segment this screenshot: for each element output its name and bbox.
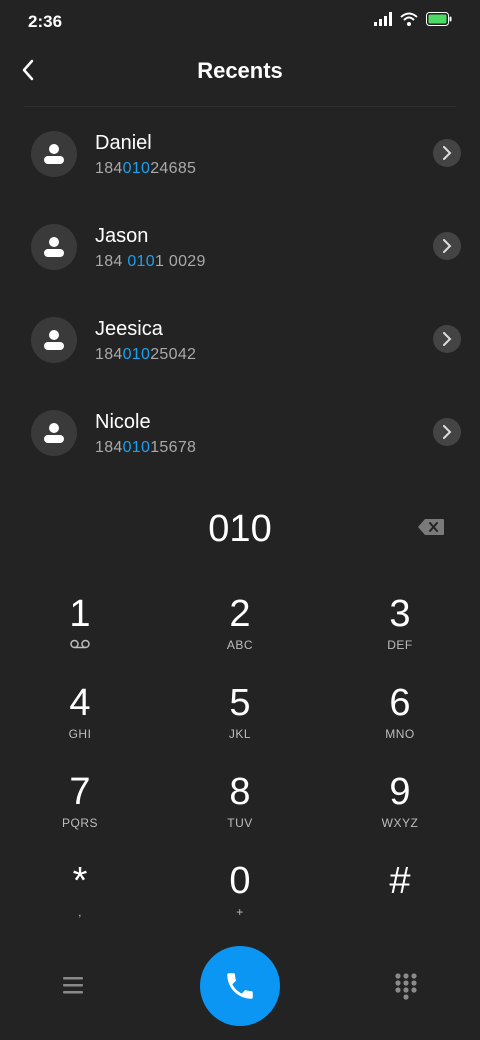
status-time: 2:36: [28, 12, 63, 31]
person-icon: [44, 237, 64, 257]
list-item[interactable]: Jeesica 18401025042: [0, 294, 480, 387]
contact-detail-button[interactable]: [433, 139, 461, 167]
status-bar: 2:36: [0, 0, 480, 44]
contact-name: Jeesica: [95, 318, 163, 340]
key-hash[interactable]: #: [320, 859, 480, 948]
chevron-right-icon: [443, 239, 452, 253]
header: Recents: [0, 46, 480, 102]
contact-detail-button[interactable]: [433, 325, 461, 353]
contact-number: 18401025042: [95, 346, 197, 363]
avatar: [31, 317, 77, 363]
key-0[interactable]: 0 +: [160, 859, 320, 948]
key-4[interactable]: 4 GHI: [0, 681, 160, 770]
contact-number: 18401024685: [95, 160, 197, 177]
avatar: [31, 224, 77, 270]
key-6[interactable]: 6 MNO: [320, 681, 480, 770]
bottom-bar: [0, 944, 480, 1040]
phone-icon: [227, 973, 253, 999]
dialpad-icon[interactable]: [393, 972, 419, 1000]
person-icon: [44, 330, 64, 350]
avatar: [31, 131, 77, 177]
contact-detail-button[interactable]: [433, 232, 461, 260]
person-icon: [44, 423, 64, 443]
chevron-right-icon: [443, 146, 452, 160]
voicemail-icon: [70, 639, 90, 649]
contact-detail-button[interactable]: [433, 418, 461, 446]
backspace-icon[interactable]: [417, 518, 445, 536]
key-8[interactable]: 8 TUV: [160, 770, 320, 859]
wifi-icon: [400, 12, 418, 26]
contact-name: Nicole: [95, 411, 151, 433]
key-5[interactable]: 5 JKL: [160, 681, 320, 770]
key-2[interactable]: 2 ABC: [160, 592, 320, 681]
key-9[interactable]: 9 WXYZ: [320, 770, 480, 859]
person-icon: [44, 144, 64, 164]
list-item[interactable]: Nicole 18401015678: [0, 387, 480, 480]
list-item[interactable]: Daniel 18401024685: [0, 108, 480, 201]
contact-number: 184 0101 0029: [95, 253, 206, 270]
chevron-right-icon: [443, 425, 452, 439]
key-3[interactable]: 3 DEF: [320, 592, 480, 681]
key-1[interactable]: 1: [0, 592, 160, 681]
page-title: Recents: [197, 58, 283, 83]
contact-name: Jason: [95, 225, 149, 247]
key-7[interactable]: 7 PQRS: [0, 770, 160, 859]
recents-list: Daniel 18401024685 Jason 184 0101 0029 J…: [0, 108, 480, 480]
chevron-right-icon: [443, 332, 452, 346]
call-button[interactable]: [200, 946, 280, 1026]
key-star[interactable]: * ,: [0, 859, 160, 948]
dial-display: 010: [208, 508, 272, 550]
menu-icon[interactable]: [61, 974, 85, 996]
list-item[interactable]: Jason 184 0101 0029: [0, 201, 480, 294]
header-divider: [24, 106, 456, 107]
contact-name: Daniel: [95, 132, 152, 154]
battery-icon: [426, 12, 452, 26]
avatar: [31, 410, 77, 456]
contact-number: 18401015678: [95, 439, 197, 456]
signal-icon: [374, 12, 392, 26]
